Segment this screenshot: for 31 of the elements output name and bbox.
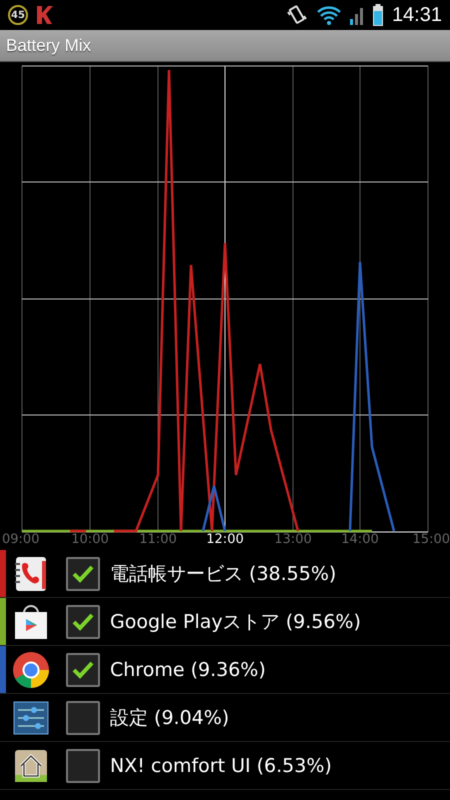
clock-time: 14:31	[392, 4, 442, 26]
check-icon	[72, 564, 94, 582]
app-name: NX! comfort UI (6.53%)	[110, 754, 332, 776]
check-icon	[72, 660, 94, 678]
axis-label: 11:00	[139, 532, 177, 547]
wifi-icon	[316, 5, 342, 25]
browser-icon	[12, 650, 50, 688]
k-logo-icon	[36, 5, 54, 25]
app-name: 電話帳サービス (38.55%)	[110, 562, 336, 586]
axis-label: 15:00	[412, 532, 450, 547]
app-title: Battery Mix	[6, 36, 92, 56]
notification-badge: 45	[8, 5, 28, 25]
axis-label: 13:00	[274, 532, 312, 547]
axis-label: 12:00	[206, 532, 244, 547]
sliders-icon	[12, 698, 50, 736]
app-name: 設定 (9.04%)	[110, 706, 230, 730]
checkbox[interactable]	[66, 652, 100, 686]
axis-label: 14:00	[341, 532, 379, 547]
checkbox[interactable]	[66, 604, 100, 638]
checkbox[interactable]	[66, 700, 100, 734]
axis-label: 10:00	[71, 532, 109, 547]
app-name: Google Playストア (9.56%)	[110, 610, 361, 634]
check-icon	[72, 612, 94, 630]
shopping-bag-icon	[12, 602, 50, 640]
app-name: Chrome (9.36%)	[110, 658, 266, 680]
vibrate-icon	[286, 4, 308, 26]
battery-icon	[372, 4, 384, 26]
axis-label: 09:00	[2, 532, 40, 547]
signal-icon	[350, 5, 364, 25]
checkbox[interactable]	[66, 748, 100, 782]
checkbox[interactable]	[66, 556, 100, 590]
